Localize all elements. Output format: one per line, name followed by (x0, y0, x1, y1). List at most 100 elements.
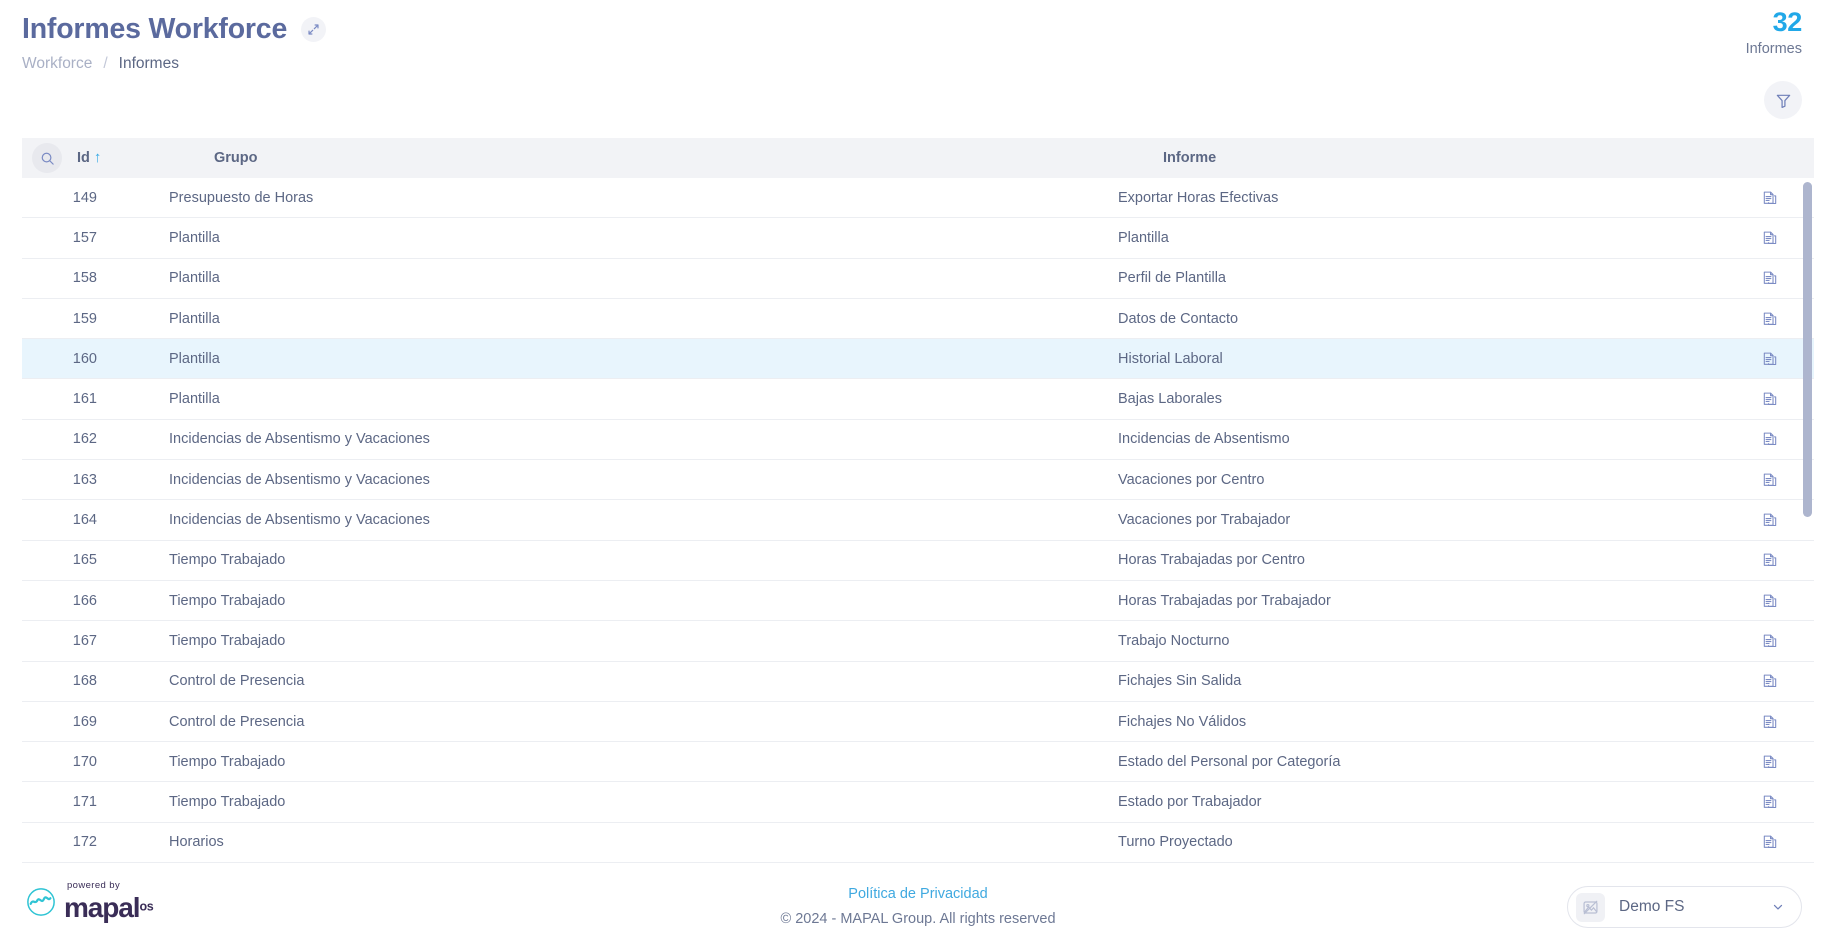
cell-id: 157 (32, 230, 108, 246)
table-row[interactable]: 158PlantillaPerfil de Plantilla (22, 259, 1814, 299)
cell-id: 168 (32, 673, 108, 689)
report-document-icon[interactable] (1762, 714, 1778, 730)
filter-button[interactable] (1764, 81, 1802, 119)
cell-id: 171 (32, 794, 108, 810)
breadcrumb-root[interactable]: Workforce (22, 55, 92, 73)
report-document-icon[interactable] (1762, 230, 1778, 246)
cell-grupo: Presupuesto de Horas (108, 190, 1118, 206)
records-count-label: Informes (1622, 39, 1802, 59)
account-name: Demo FS (1605, 898, 1771, 916)
cell-informe: Historial Laboral (1118, 351, 1744, 367)
table-row[interactable]: 163Incidencias de Absentismo y Vacacione… (22, 460, 1814, 500)
cell-informe: Incidencias de Absentismo (1118, 431, 1744, 447)
report-document-icon[interactable] (1762, 673, 1778, 689)
table-row[interactable]: 170Tiempo TrabajadoEstado del Personal p… (22, 742, 1814, 782)
cell-grupo: Plantilla (108, 270, 1118, 286)
app-page: Informes Workforce Workforce / Informes … (0, 0, 1836, 945)
table-row[interactable]: 164Incidencias de Absentismo y Vacacione… (22, 500, 1814, 540)
cell-informe: Datos de Contacto (1118, 311, 1744, 327)
report-document-icon[interactable] (1762, 431, 1778, 447)
privacy-policy-link[interactable]: Política de Privacidad (848, 883, 987, 905)
search-icon[interactable] (32, 143, 62, 173)
table-row[interactable]: 171Tiempo TrabajadoEstado por Trabajador (22, 782, 1814, 822)
cell-id: 165 (32, 552, 108, 568)
report-document-icon[interactable] (1762, 593, 1778, 609)
image-placeholder-icon (1576, 893, 1605, 922)
cell-informe: Vacaciones por Centro (1118, 472, 1744, 488)
cell-informe: Bajas Laborales (1118, 391, 1744, 407)
table-row[interactable]: 159PlantillaDatos de Contacto (22, 299, 1814, 339)
cell-id: 167 (32, 633, 108, 649)
breadcrumb-current: Informes (119, 55, 179, 73)
cell-grupo: Tiempo Trabajado (108, 633, 1118, 649)
cell-id: 166 (32, 593, 108, 609)
report-document-icon[interactable] (1762, 270, 1778, 286)
report-document-icon[interactable] (1762, 512, 1778, 528)
cell-grupo: Control de Presencia (108, 714, 1118, 730)
cell-grupo: Tiempo Trabajado (108, 794, 1118, 810)
table-scrollbar[interactable] (1802, 178, 1814, 873)
account-selector[interactable]: Demo FS (1567, 886, 1802, 928)
cell-id: 161 (32, 391, 108, 407)
column-header-grupo[interactable]: Grupo (153, 150, 1163, 166)
table-row[interactable]: 172HorariosTurno Proyectado (22, 823, 1814, 863)
table-row[interactable]: 166Tiempo TrabajadoHoras Trabajadas por … (22, 581, 1814, 621)
breadcrumb-separator: / (103, 55, 107, 73)
cell-grupo: Incidencias de Absentismo y Vacaciones (108, 431, 1118, 447)
table-row[interactable]: 157PlantillaPlantilla (22, 218, 1814, 258)
expand-diagonal-icon[interactable] (301, 17, 326, 42)
report-document-icon[interactable] (1762, 834, 1778, 850)
table-row[interactable]: 162Incidencias de Absentismo y Vacacione… (22, 420, 1814, 460)
table-row[interactable]: 160PlantillaHistorial Laboral (22, 339, 1814, 379)
title-row: Informes Workforce (22, 8, 1802, 46)
chevron-down-icon[interactable] (1771, 900, 1785, 914)
cell-grupo: Plantilla (108, 391, 1118, 407)
table-row[interactable]: 149Presupuesto de HorasExportar Horas Ef… (22, 178, 1814, 218)
cell-id: 149 (32, 190, 108, 206)
copyright-text: © 2024 - MAPAL Group. All rights reserve… (0, 908, 1836, 930)
cell-informe: Exportar Horas Efectivas (1118, 190, 1744, 206)
cell-informe: Fichajes No Válidos (1118, 714, 1744, 730)
table-row[interactable]: 169Control de PresenciaFichajes No Válid… (22, 702, 1814, 742)
cell-grupo: Plantilla (108, 311, 1118, 327)
table-row[interactable]: 167Tiempo TrabajadoTrabajo Nocturno (22, 621, 1814, 661)
report-document-icon[interactable] (1762, 351, 1778, 367)
sort-ascending-icon: ↑ (94, 151, 102, 165)
reports-table: Id ↑ Grupo Informe 149Presupuesto de Hor… (22, 138, 1814, 873)
cell-id: 163 (32, 472, 108, 488)
report-document-icon[interactable] (1762, 190, 1778, 206)
records-count-value: 32 (1622, 6, 1802, 38)
page-header: Informes Workforce Workforce / Informes … (0, 0, 1836, 132)
cell-id: 162 (32, 431, 108, 447)
table-row[interactable]: 168Control de PresenciaFichajes Sin Sali… (22, 662, 1814, 702)
report-document-icon[interactable] (1762, 391, 1778, 407)
cell-grupo: Tiempo Trabajado (108, 593, 1118, 609)
table-header-row: Id ↑ Grupo Informe (22, 138, 1814, 178)
table-scrollbar-thumb[interactable] (1803, 182, 1812, 517)
cell-grupo: Tiempo Trabajado (108, 552, 1118, 568)
table-row[interactable]: 161PlantillaBajas Laborales (22, 379, 1814, 419)
column-header-id[interactable]: Id ↑ (77, 150, 153, 166)
cell-informe: Horas Trabajadas por Centro (1118, 552, 1744, 568)
cell-id: 158 (32, 270, 108, 286)
page-title: Informes Workforce (22, 12, 287, 46)
report-document-icon[interactable] (1762, 472, 1778, 488)
cell-id: 159 (32, 311, 108, 327)
cell-grupo: Plantilla (108, 351, 1118, 367)
report-document-icon[interactable] (1762, 311, 1778, 327)
column-header-informe[interactable]: Informe (1163, 150, 1744, 166)
cell-informe: Perfil de Plantilla (1118, 270, 1744, 286)
cell-informe: Horas Trabajadas por Trabajador (1118, 593, 1744, 609)
report-document-icon[interactable] (1762, 633, 1778, 649)
cell-informe: Turno Proyectado (1118, 834, 1744, 850)
column-header-id-label: Id (77, 150, 90, 166)
cell-informe: Fichajes Sin Salida (1118, 673, 1744, 689)
report-document-icon[interactable] (1762, 794, 1778, 810)
cell-id: 169 (32, 714, 108, 730)
table-row[interactable]: 165Tiempo TrabajadoHoras Trabajadas por … (22, 541, 1814, 581)
cell-id: 160 (32, 351, 108, 367)
cell-grupo: Horarios (108, 834, 1118, 850)
page-footer: powered by mapalos Política de Privacida… (0, 873, 1836, 945)
report-document-icon[interactable] (1762, 754, 1778, 770)
report-document-icon[interactable] (1762, 552, 1778, 568)
